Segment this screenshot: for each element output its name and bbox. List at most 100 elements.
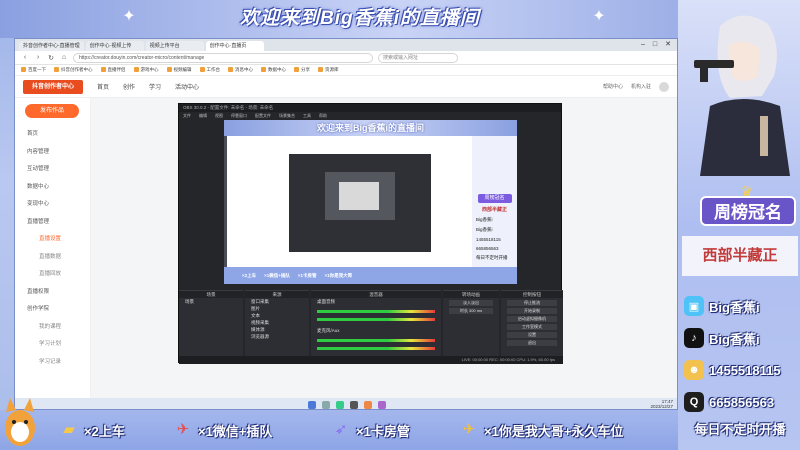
minimize-icon[interactable]: – [641,39,645,51]
url-input[interactable]: https://creator.douyin.com/creator-micro… [73,52,373,63]
search-input[interactable]: 搜索或输入网址 [378,52,458,63]
preview-crown: 周榜冠名 [477,194,512,203]
top-supporter-name: 西部半藏正 [682,236,798,276]
sidebar-item[interactable]: 互动管理 [15,161,90,179]
nav-item[interactable]: 学习 [149,82,161,91]
preview-name: 西部半藏正 [481,207,507,213]
bookmark[interactable]: 游戏中心 [134,67,159,73]
bookmark[interactable]: 消息中心 [228,67,253,73]
forward-icon[interactable]: › [34,54,42,61]
volume-meter[interactable] [317,339,435,342]
record-button[interactable]: 开始录制 [507,308,557,314]
source-item[interactable]: 文本 [245,312,309,319]
obs-preview[interactable]: 欢迎来到Big香蕉i的直播间 周榜冠名 西部半藏正 Big香蕉i Big香蕉i … [224,120,517,284]
obs-menu-item[interactable]: 配置文件 [255,112,271,119]
volume-meter[interactable] [317,310,435,313]
site-logo[interactable]: 抖音创作者中心 [23,79,83,94]
upload-button[interactable]: 发布作品 [25,104,79,118]
sidebar-item[interactable]: 直播权限 [15,284,90,302]
gold-bar-icon: ▰ [63,421,75,438]
source-item[interactable]: 窗口采集 [245,298,309,305]
contact-row: Q 665856563 [684,390,796,414]
exit-button[interactable]: 退出 [507,340,557,346]
volume-meter[interactable] [317,347,435,350]
nav-item[interactable]: 创作 [123,82,135,91]
browser-tab[interactable]: 抖音创作者中心-直播管理 [19,41,84,51]
studio-mode-button[interactable]: 工作室模式 [507,324,557,330]
obs-menu-item[interactable]: 工具 [303,112,311,119]
transition-duration[interactable]: 时长 300 ms [449,308,493,314]
obs-menu-item[interactable]: 文件 [183,112,191,119]
bilibili-icon: ▣ [684,296,704,316]
bookmark[interactable]: 工作台 [200,67,221,73]
source-item[interactable]: 图片 [245,305,309,312]
avatar[interactable] [659,81,669,92]
obs-menu-item[interactable]: 帮助 [319,112,327,119]
obs-menu: 文件 编辑 视图 停靠窗口 配置文件 场景集合 工具 帮助 [179,112,561,119]
close-icon[interactable]: ✕ [665,39,671,51]
obs-menu-item[interactable]: 编辑 [199,112,207,119]
clock-date: 2023/12/27 [650,404,673,409]
windows-start-icon[interactable] [308,400,316,409]
maximize-icon[interactable]: □ [653,39,657,51]
source-item[interactable]: 浏览器源 [245,333,309,340]
refresh-icon[interactable]: ↻ [47,54,55,62]
taskbar-clock[interactable]: 17:47 2023/12/27 [650,399,673,409]
nav-item[interactable]: 活动中心 [175,82,199,91]
bookmark[interactable]: 抖音创作者中心 [54,67,93,73]
obs-status-bar: LIVE: 00:00:00 REC: 00:00:00 CPU: 1.9%, … [179,356,563,364]
scene-item[interactable]: 场景 [179,298,243,305]
browser-tab[interactable]: 视频上传平台 [145,41,204,51]
preview-contact: 每日不定时开播 [476,255,508,260]
search-icon[interactable] [322,400,330,409]
browser-tab[interactable]: 创作中心·视频上传 [85,41,144,51]
bookmark[interactable]: 资源库 [318,67,339,73]
star-icon: ✦ [592,8,606,25]
volume-meter[interactable] [317,318,435,321]
sidebar-item[interactable]: 学习记录 [15,354,90,372]
browser-icon[interactable] [336,400,344,409]
source-item[interactable]: 视频采集 [245,319,309,326]
folder-icon[interactable] [364,400,372,409]
bookmark[interactable]: 数据中心 [261,67,286,73]
home-icon[interactable]: ⌂ [60,54,68,61]
bookmark[interactable]: 直播伴侣 [101,67,126,73]
bookmark[interactable]: 视频编辑 [167,67,192,73]
sidebar-item[interactable]: 直播数据 [15,249,90,267]
transition-select[interactable]: 淡入淡出 [449,300,493,306]
sidebar-item[interactable]: 变现中心 [15,196,90,214]
sidebar-item[interactable]: 创作学院 [15,301,90,319]
browser-tab-active[interactable]: 创作中心·直播页 [205,41,264,51]
bookmark[interactable]: 百度一下 [21,67,46,73]
stop-stream-button[interactable]: 停止推流 [507,300,557,306]
contact-text: Big香蕉i [709,299,760,315]
site-header: 抖音创作者中心 首页 创作 学习 活动中心 帮助中心 机构入驻 [15,76,677,98]
sidebar-item[interactable]: 直播设置 [15,231,90,249]
sidebar-item[interactable]: 学习计划 [15,336,90,354]
preview-nested-obs [289,154,431,252]
sidebar-item[interactable]: 直播回放 [15,266,90,284]
obs-docks: 场景 场景 来源 窗口采集 图片 文本 视频采集 媒体源 浏览器源 混音器 桌面… [179,290,563,356]
agency-link[interactable]: 机构入驻 [631,83,651,90]
bookmark[interactable]: 分享 [294,67,310,73]
sidebar-item[interactable]: 我的课程 [15,319,90,337]
nav-item[interactable]: 首页 [97,82,109,91]
mixer-channel-label: 麦克风/Aux [317,328,340,333]
sidebar-item[interactable]: 数据中心 [15,179,90,197]
obs-menu-item[interactable]: 场景集合 [279,112,295,119]
virtual-camera-button[interactable]: 启动虚拟摄像机 [507,316,557,322]
browser-window: 抖音创作者中心-直播管理 创作中心·视频上传 视频上传平台 创作中心·直播页 –… [14,38,678,410]
settings-button[interactable]: 设置 [507,332,557,338]
obs-icon[interactable] [350,400,358,409]
sidebar-item[interactable]: 内容管理 [15,144,90,162]
obs-menu-item[interactable]: 停靠窗口 [231,112,247,119]
obs-menu-item[interactable]: 视图 [215,112,223,119]
sidebar-item[interactable]: 直播管理 [15,214,90,232]
sidebar-item[interactable]: 首页 [15,126,90,144]
sidebar: 发布作品 首页 内容管理 互动管理 数据中心 变现中心 直播管理 直播设置 直播数据 直播回放直… [15,98,91,398]
source-item[interactable]: 媒体源 [245,326,309,333]
help-link[interactable]: 帮助中心 [603,83,623,90]
back-icon[interactable]: ‹ [21,54,29,61]
jet-icon: ✈ [176,421,190,438]
app-icon[interactable] [378,400,386,409]
